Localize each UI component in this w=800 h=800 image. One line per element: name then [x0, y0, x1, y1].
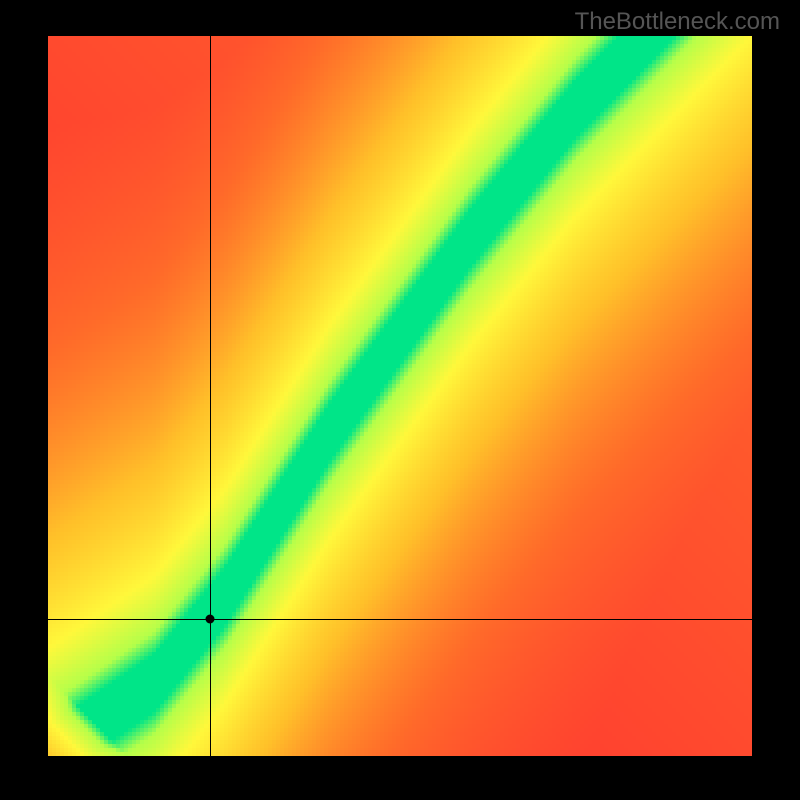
watermark-text: TheBottleneck.com — [575, 8, 780, 36]
crosshair-vertical — [210, 36, 211, 756]
crosshair-horizontal — [48, 619, 752, 620]
chart-container: TheBottleneck.com — [0, 0, 800, 800]
plot-area — [48, 36, 752, 756]
marker-dot — [205, 615, 214, 624]
heatmap-canvas — [48, 36, 752, 756]
